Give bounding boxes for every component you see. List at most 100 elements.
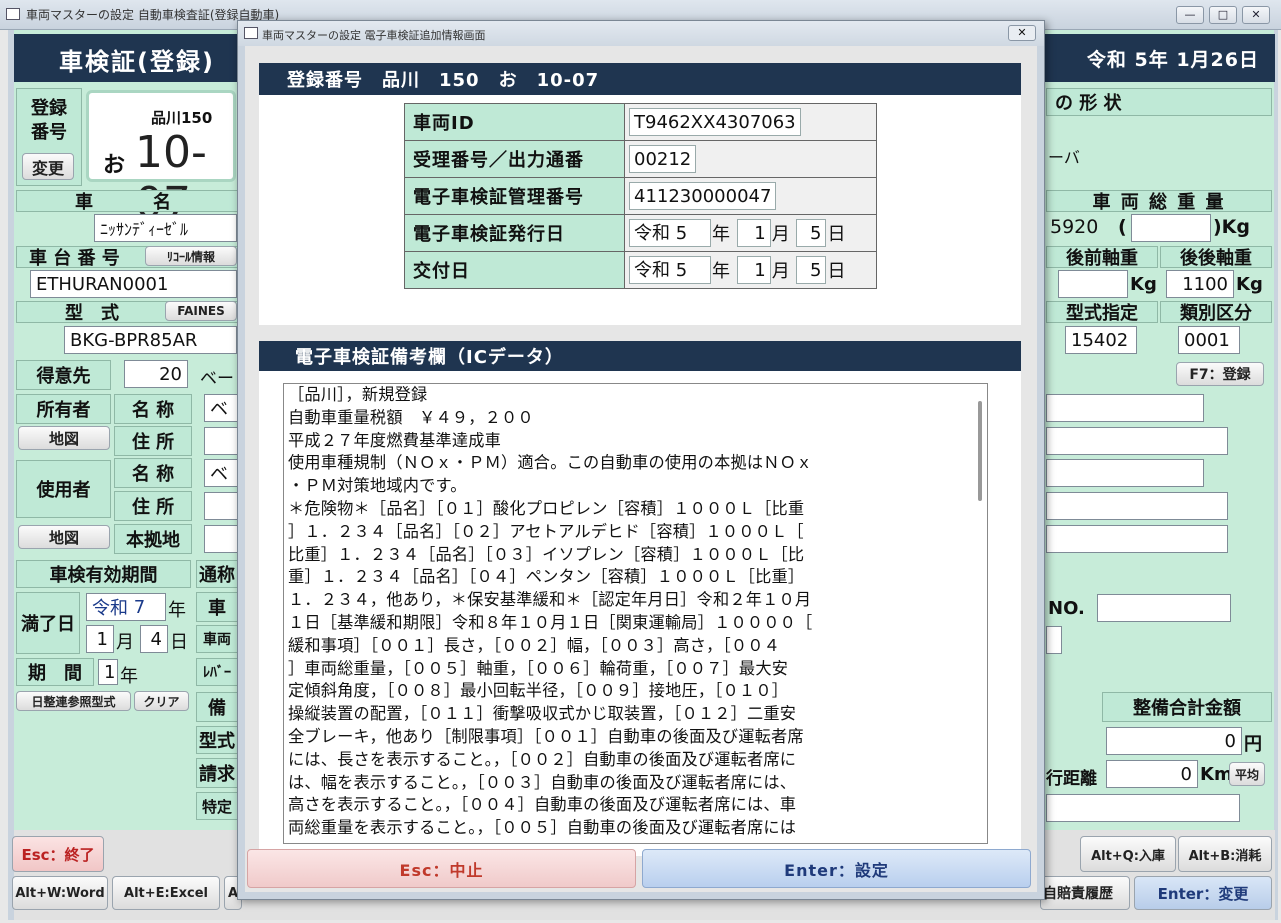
user-label: 使用者 — [16, 460, 111, 518]
remarks-line: 自動車重量税額 ￥４９，２００ — [288, 407, 534, 427]
dialog-titlebar: 車両マスターの設定 電子車検証追加情報画面 ✕ — [238, 21, 1044, 46]
remarks-scrollbar[interactable] — [975, 386, 985, 840]
expiry-month-field[interactable]: 1 — [86, 625, 114, 653]
delivery-month-field[interactable]: 1 — [736, 256, 771, 284]
maximize-button[interactable]: □ — [1209, 6, 1237, 24]
recall-info-button[interactable]: ﾘｺｰﾙ情報 — [145, 246, 237, 266]
ecert-mgmt-number-field[interactable]: 411230000047 — [629, 182, 777, 210]
expiry-era: 令和 — [92, 598, 128, 619]
delivery-day-field[interactable]: 5 — [796, 256, 827, 284]
average-button[interactable]: 平均 — [1229, 762, 1265, 786]
chassis-field[interactable]: ETHURAN0001 — [30, 270, 237, 298]
user-map-button[interactable]: 地図 — [18, 525, 110, 549]
owner-map-button[interactable]: 地図 — [18, 426, 110, 450]
dialog-close-button[interactable]: ✕ — [1008, 25, 1036, 41]
alt-w-word-button[interactable]: Alt+W:Word — [12, 876, 108, 910]
user-name-field-right[interactable] — [1046, 459, 1204, 487]
category-label: 類別区分 — [1160, 301, 1272, 324]
base-location-field[interactable] — [204, 525, 238, 553]
table-row: 電子車検証発行日 令和 5年 1月 5日 — [404, 214, 877, 252]
expiry-era-year-field[interactable]: 令和 7 — [86, 593, 166, 621]
clear-button[interactable]: クリア — [134, 691, 189, 711]
base-location-field-right[interactable] — [1046, 525, 1228, 553]
number-field[interactable] — [1097, 594, 1231, 622]
table-row: 交付日 令和 5年 1月 5日 — [404, 251, 877, 289]
rear-rear-axle-field[interactable]: 1100 — [1166, 270, 1234, 298]
minimize-button[interactable]: — — [1176, 6, 1204, 24]
remarks-line: には、長さを表示すること。，［００２］自動車の後面及び運転者席に — [288, 749, 797, 769]
user-address-field[interactable] — [204, 492, 238, 520]
esc-exit-button[interactable]: Esc：終了 — [12, 836, 104, 872]
issue-month-field[interactable]: 1 — [736, 219, 771, 247]
liability-insurance-history-button[interactable]: 自賠責履歴 — [1040, 876, 1130, 910]
owner-name-field[interactable]: ベ — [204, 394, 238, 422]
issue-era: 令和 — [634, 223, 670, 244]
period-label: 期 間 — [16, 658, 94, 686]
maintenance-total-label: 整備合計金額 — [1102, 692, 1272, 722]
distance-field[interactable]: 0 — [1106, 760, 1198, 788]
owner-name-field-right[interactable] — [1046, 394, 1204, 422]
delivery-year: 5 — [675, 260, 688, 281]
vehicle-id-label: 車両ID — [404, 103, 625, 141]
number-label: NO. — [1048, 598, 1085, 619]
remarks-line: ・ＰＭ対策地域内です。 — [288, 476, 467, 496]
category-field[interactable]: 0001 — [1178, 326, 1240, 354]
alt-b-consumables-button[interactable]: Alt+B:消耗 — [1178, 836, 1272, 872]
remarks-line: ］１．２３４［品名］［０２］アセトアルデヒド［容積］１０００Ｌ［ — [288, 521, 804, 541]
alt-e-excel-button[interactable]: Alt+E:Excel — [112, 876, 220, 910]
nisseiren-model-button[interactable]: 日整連参照型式 — [16, 691, 131, 711]
change-plate-button[interactable]: 変更 — [22, 153, 74, 180]
remarks-line: 平成２７年度燃費基準達成車 — [288, 430, 502, 450]
rear-front-axle-field[interactable] — [1058, 270, 1128, 298]
enter-set-button[interactable]: Enter：設定 — [642, 849, 1031, 888]
issue-era-year-field[interactable]: 令和 5 — [629, 219, 711, 247]
owner-address-field-right[interactable] — [1046, 427, 1228, 455]
rear-rear-axle-unit: Kg — [1236, 274, 1263, 295]
faines-button[interactable]: FAINES — [165, 301, 237, 321]
model-field[interactable]: BKG-BPR85AR — [64, 326, 237, 354]
user-address-field-right[interactable] — [1046, 492, 1228, 520]
rear-front-axle-label: 後前軸重 — [1046, 246, 1158, 269]
customer-code-field[interactable]: 20 — [124, 360, 188, 388]
specific-field-right[interactable] — [1046, 794, 1240, 822]
esc-cancel-button[interactable]: Esc：中止 — [247, 849, 636, 888]
period-field[interactable]: 1 — [98, 659, 118, 685]
table-row: 車両ID T9462XX4307063 — [404, 103, 877, 141]
type-designation-field[interactable]: 15402 — [1065, 326, 1137, 354]
car-name-field[interactable]: ﾆｯｻﾝﾃﾞｨｰｾﾞﾙ — [94, 214, 237, 242]
dialog-title: 車両マスターの設定 電子車検証追加情報画面 — [262, 29, 486, 42]
remarks-panel: 電子車検証備考欄（ICデータ） ［品川］，新規登録 自動車重量税額 ￥４９，２００… — [259, 341, 1021, 856]
issue-day-field[interactable]: 5 — [796, 219, 827, 247]
registration-number-header: 登録番号 品川 150 お 10-07 — [259, 63, 1021, 95]
body-shape-label: の 形 状 — [1046, 88, 1272, 116]
issue-day-unit: 日 — [827, 224, 846, 245]
f7-register-button[interactable]: F7：登録 — [1176, 362, 1264, 386]
vehicle-label: 車両 — [196, 625, 238, 653]
remarks-textarea[interactable]: ［品川］，新規登録 自動車重量税額 ￥４９，２００ 平成２７年度燃費基準達成車 使用車… — [283, 383, 988, 844]
gross-weight-extra-field[interactable] — [1131, 214, 1211, 242]
expiry-day-field[interactable]: 4 — [140, 625, 168, 653]
delivery-era-year-field[interactable]: 令和 5 — [629, 256, 711, 284]
user-name-field[interactable]: ベ — [204, 459, 238, 487]
issue-year: 5 — [675, 223, 688, 244]
alt-q-stock-in-button[interactable]: Alt+Q:入庫 — [1080, 836, 1176, 872]
receipt-number-label: 受理番号／出力通番 — [404, 140, 625, 178]
vehicle-field-right[interactable] — [1046, 626, 1062, 654]
owner-address-field[interactable] — [204, 427, 238, 455]
maintenance-total-field[interactable]: 0 — [1106, 727, 1242, 755]
plate-region: 品川150 — [151, 109, 213, 127]
expiry-day-unit: 日 — [170, 632, 188, 653]
receipt-number-field[interactable]: 00212 — [629, 145, 697, 173]
enter-change-button[interactable]: Enter：変更 — [1134, 876, 1272, 910]
yen-unit: 円 — [1244, 734, 1262, 755]
receipt-number-cell: 00212 — [624, 140, 877, 178]
model-code-label: 型式 — [196, 726, 238, 754]
remarks-line: 比重］１．２３４［品名］［０３］イソプレン［容積］１０００Ｌ［比 — [288, 544, 805, 564]
close-button[interactable]: ✕ — [1242, 6, 1270, 24]
remarks-line: 使用車種規制（ＮＯｘ・ＰＭ）適合。この自動車の使用の本拠はＮＯｘ — [288, 453, 813, 473]
common-name-label: 通称 — [196, 560, 238, 588]
expiry-year: 7 — [133, 596, 146, 618]
scrollbar-thumb[interactable] — [978, 401, 982, 501]
vehicle-id-field[interactable]: T9462XX4307063 — [629, 108, 801, 136]
gross-weight-label: 車 両 総 重 量 — [1046, 190, 1272, 213]
